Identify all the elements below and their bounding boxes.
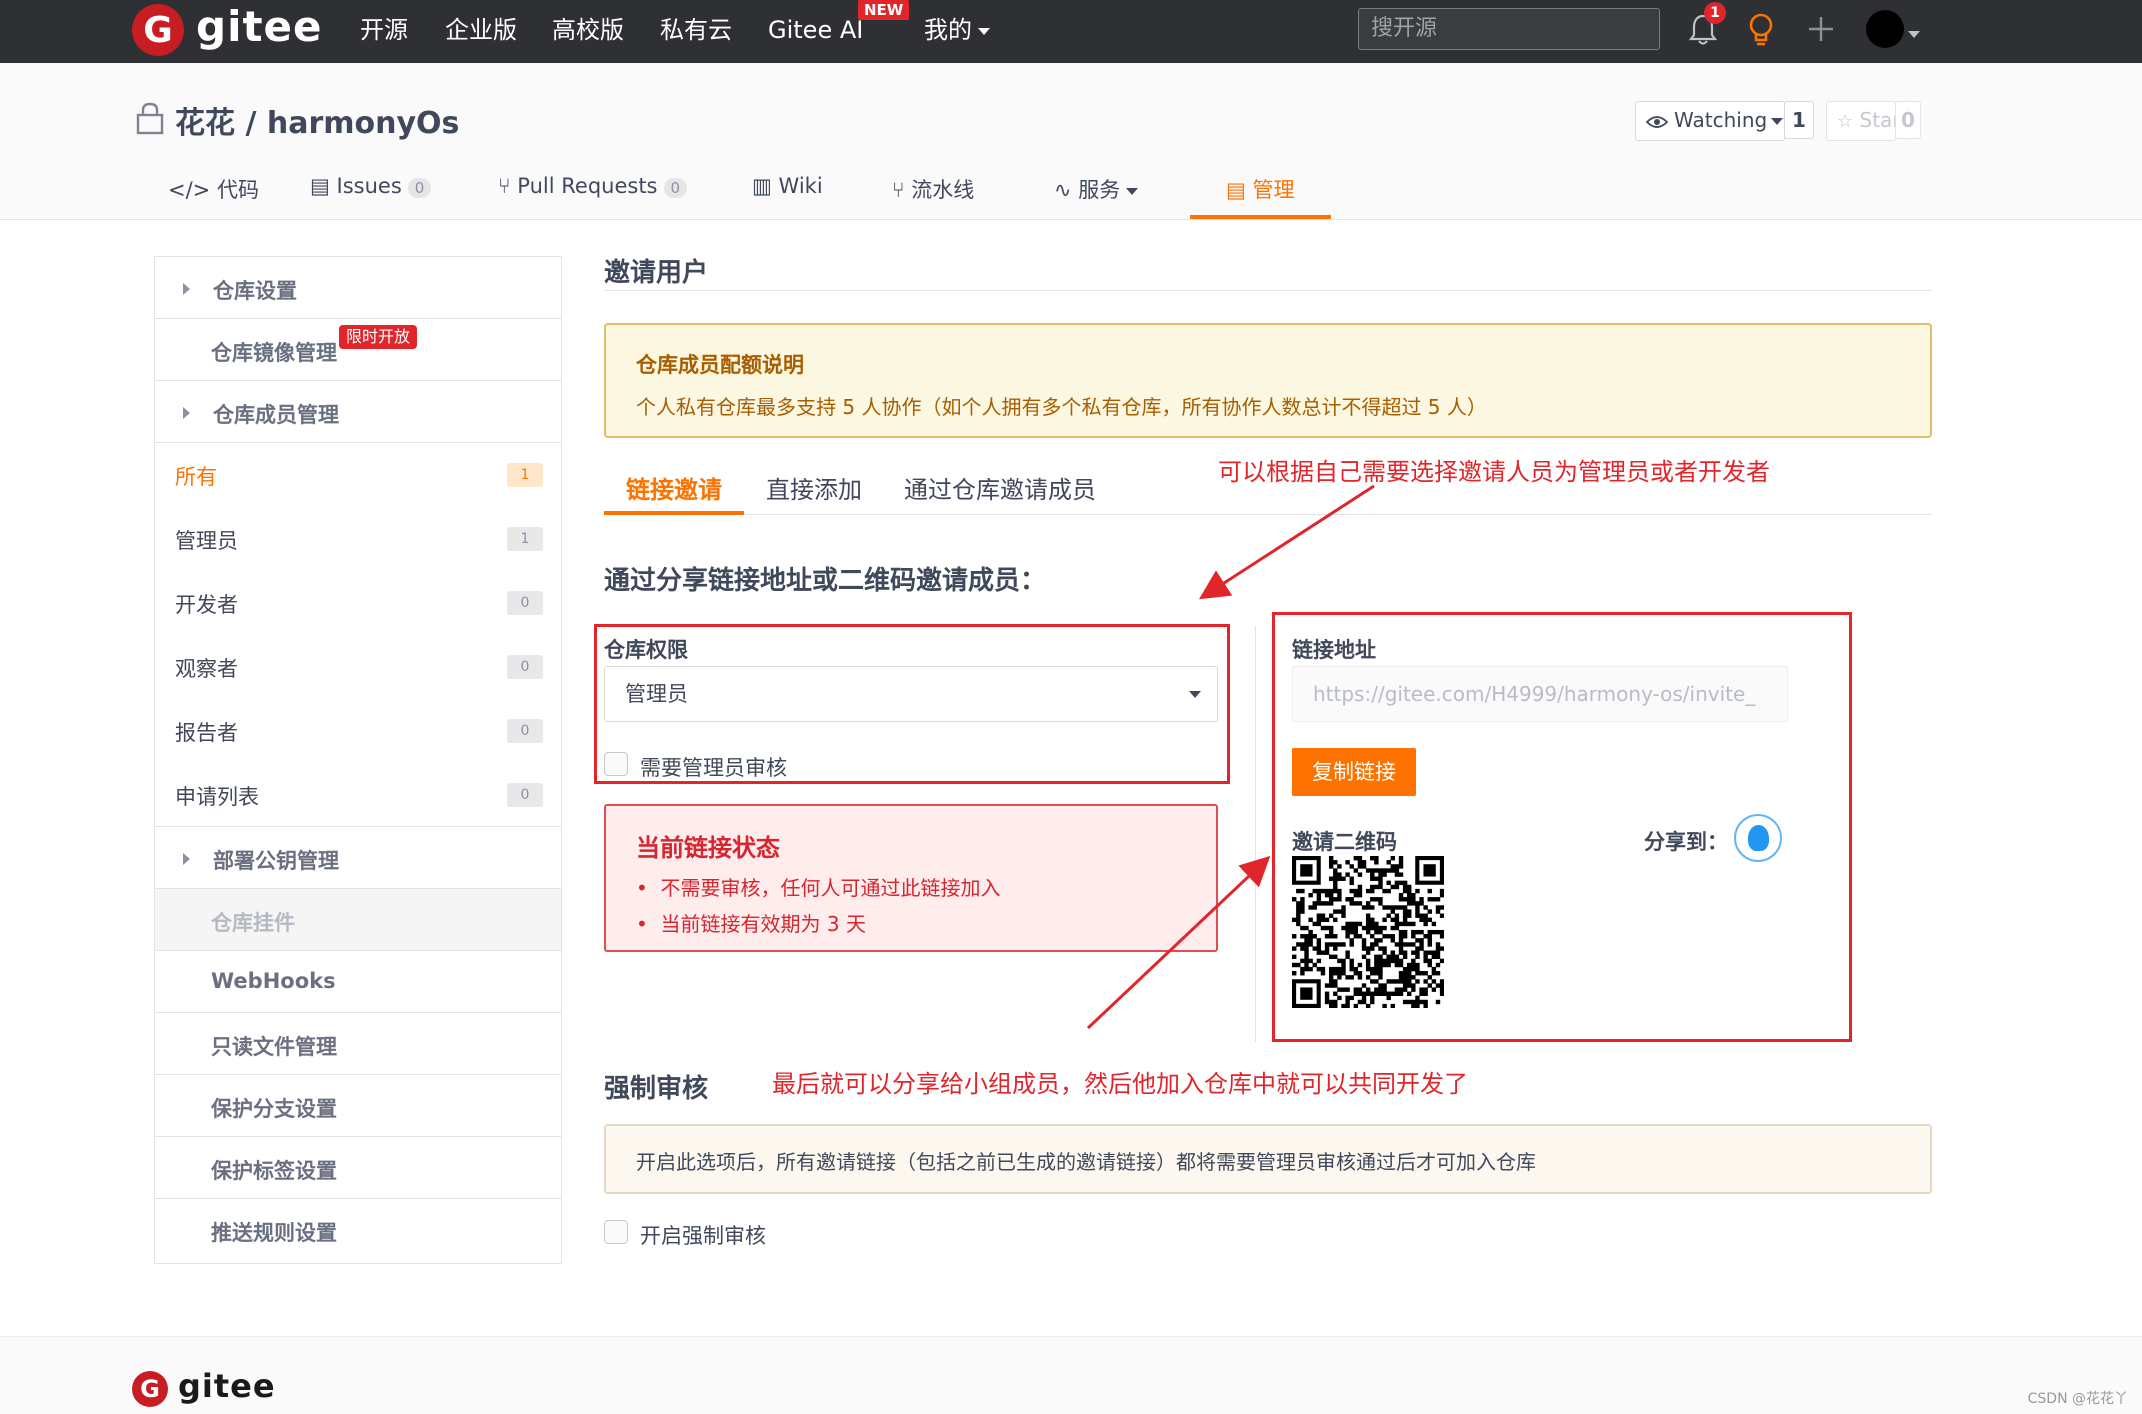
force-review-notice: 开启此选项后，所有邀请链接（包括之前已生成的邀请链接）都将需要管理员审核通过后才…: [604, 1124, 1932, 1194]
annotation-arrows: [1086, 484, 1375, 1030]
footer: G gitee: [0, 1336, 2142, 1414]
annotation-bottom: 最后就可以分享给小组成员，然后他加入仓库中就可以共同开发了: [772, 1070, 1468, 1098]
footer-logo-icon[interactable]: G: [132, 1371, 168, 1407]
watermark: CSDN @花花丫: [2027, 1391, 2128, 1407]
footer-logo-text[interactable]: gitee: [178, 1367, 276, 1405]
force-review-text: 开启此选项后，所有邀请链接（包括之前已生成的邀请链接）都将需要管理员审核通过后才…: [636, 1150, 1536, 1174]
force-review-title: 强制审核: [604, 1074, 709, 1104]
force-review-checkbox[interactable]: [604, 1220, 628, 1244]
force-review-checkbox-label: 开启强制审核: [640, 1224, 766, 1248]
